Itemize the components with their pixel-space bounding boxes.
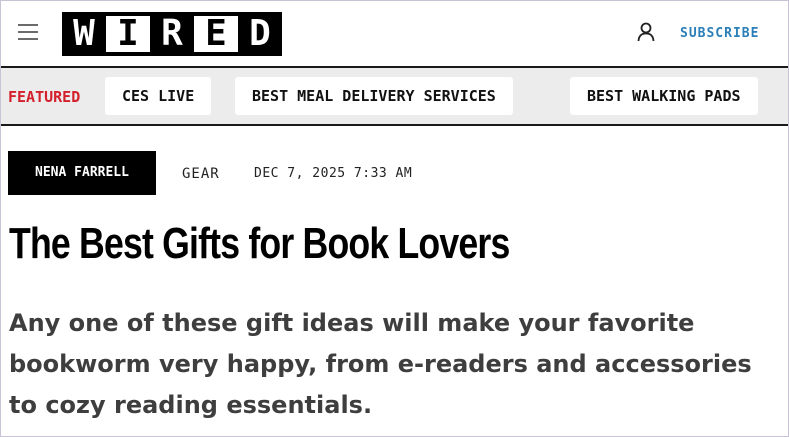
author-byline[interactable]: NENA FARRELL	[8, 151, 156, 195]
publish-date: DEC 7, 2025 7:33 AM	[254, 166, 413, 181]
nav-item-ces-live[interactable]: CES LIVE	[105, 77, 212, 115]
featured-label: FEATURED	[8, 88, 81, 106]
featured-nav-bar: FEATURED CES LIVE BEST MEAL DELIVERY SER…	[0, 66, 789, 126]
hamburger-menu-icon[interactable]	[18, 24, 38, 40]
article-title: The Best Gifts for Book Lovers	[9, 219, 510, 268]
logo-letter: E	[194, 12, 238, 56]
user-icon[interactable]	[636, 22, 656, 42]
article-dek: Any one of these gift ideas will make yo…	[9, 309, 752, 419]
article-category[interactable]: GEAR	[182, 166, 220, 182]
wired-logo[interactable]: W I R E D	[62, 12, 282, 56]
nav-item-best-meal-delivery-services[interactable]: BEST MEAL DELIVERY SERVICES	[235, 77, 513, 115]
logo-letter: I	[106, 12, 150, 56]
logo-letter: D	[238, 12, 282, 56]
logo-letter: W	[62, 12, 106, 56]
nav-item-best-walking-pads[interactable]: BEST WALKING PADS	[570, 77, 758, 115]
logo-letter: R	[150, 12, 194, 56]
site-header: W I R E D SUBSCRIBE	[0, 0, 789, 66]
subscribe-link[interactable]: SUBSCRIBE	[680, 26, 759, 41]
